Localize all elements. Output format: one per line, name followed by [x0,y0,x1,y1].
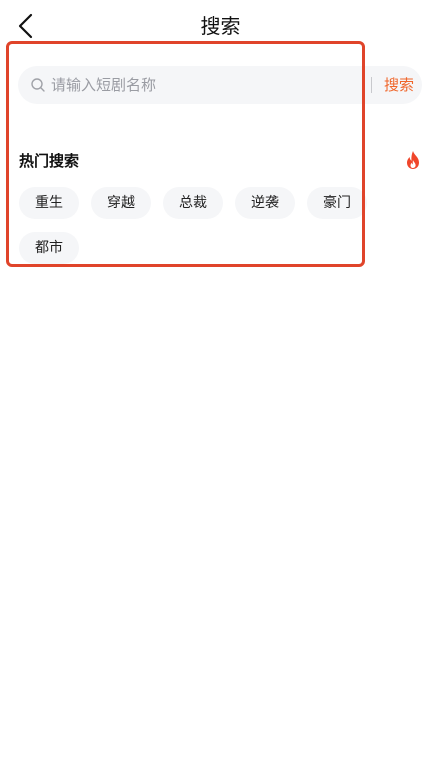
hot-tag[interactable]: 穿越 [91,187,151,219]
hot-tag[interactable]: 逆袭 [235,187,295,219]
hot-tag[interactable]: 都市 [19,232,79,264]
page-title: 搜索 [200,14,241,38]
search-submit-button[interactable]: 搜索 [384,66,414,104]
hot-tag[interactable]: 重生 [19,187,79,219]
search-bar: 搜索 [18,66,422,104]
fire-icon [407,151,419,169]
hot-search-title: 热门搜索 [19,152,80,170]
search-divider [371,77,372,93]
search-icon [31,78,45,92]
header-bar: 搜索 [0,0,441,52]
search-input[interactable] [51,66,351,104]
hot-tag[interactable]: 豪门 [307,187,367,219]
hot-tag[interactable]: 总裁 [163,187,223,219]
